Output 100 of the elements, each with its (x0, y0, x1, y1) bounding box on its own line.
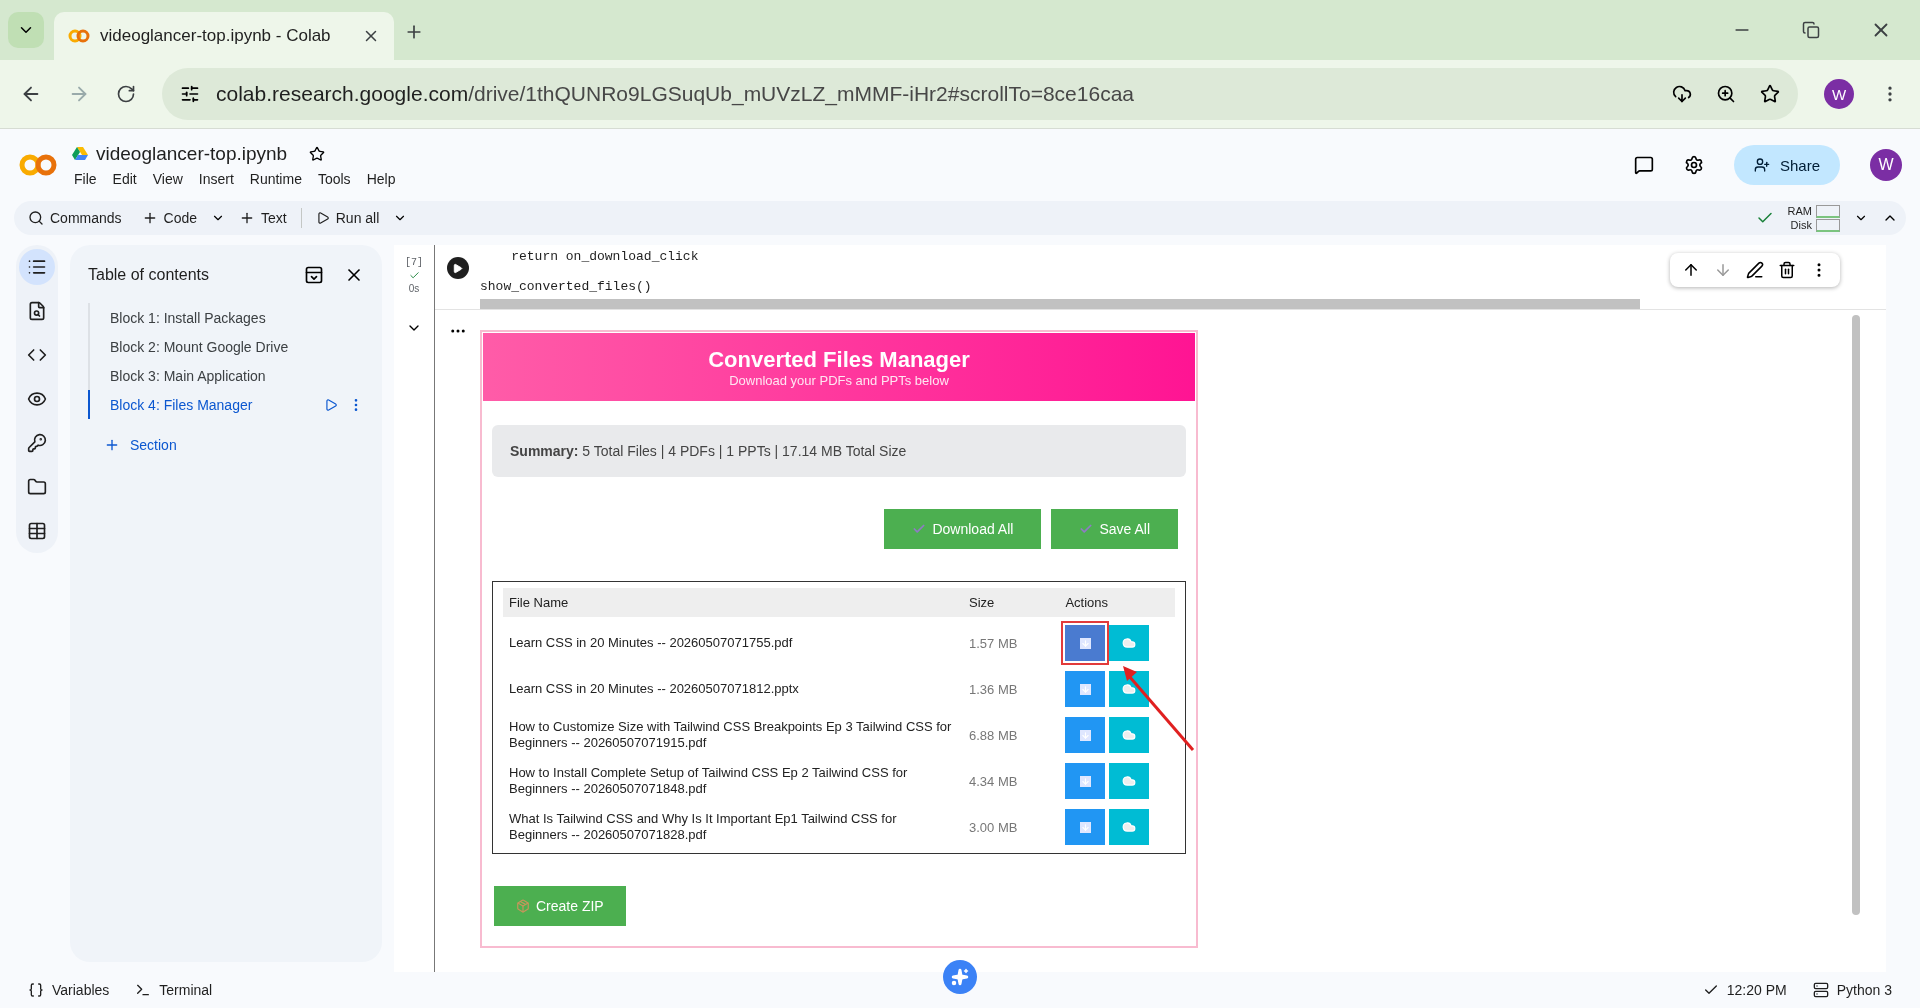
table-icon (27, 521, 47, 541)
add-section-button[interactable]: Section (88, 429, 193, 461)
download-button[interactable] (1065, 717, 1106, 753)
colab-logo-icon (68, 29, 90, 43)
run-duration: 0s (408, 283, 420, 294)
file-name-cell-text: What Is Tailwind CSS and Why Is It Important Ep1 Tailwind CSS for Beginners -- 20260507071828.pdf (508, 810, 898, 844)
toolbar-button[interactable]: Code (135, 206, 204, 230)
column-header: File Name (503, 588, 964, 617)
site-settings-icon (180, 84, 200, 104)
column-header: Size (963, 588, 1060, 617)
star-icon[interactable] (309, 146, 326, 162)
toc-item[interactable]: Block 4: Files Manager (88, 390, 364, 419)
notebook-title[interactable]: videoglancer-top.ipynb (96, 143, 288, 165)
code-line: show_converted_files() (480, 279, 653, 294)
panel-subtitle: Download your PDFs and PPTs below (729, 372, 949, 388)
braces-icon[interactable] (28, 982, 44, 998)
cloud-icon (1122, 774, 1137, 788)
folder-icon (27, 477, 47, 497)
reload-icon[interactable] (116, 84, 136, 104)
code-line: return on_download_click (510, 249, 700, 264)
delete-icon[interactable] (1778, 261, 1796, 279)
toc-item[interactable]: Block 2: Mount Google Drive (88, 332, 364, 361)
zoom-icon[interactable] (1716, 84, 1736, 104)
size-cell-text: 1.57 MB (968, 634, 1019, 653)
tab-title: videoglancer-top.ipynb - Colab (100, 26, 332, 46)
run-cell-button[interactable] (446, 257, 469, 279)
file-name-cell-text: Learn CSS in 20 Minutes -- 20260507071812.pptx (508, 680, 800, 698)
size-cell-text: 6.88 MB (968, 726, 1019, 745)
bookmark-star-icon[interactable] (1760, 84, 1780, 104)
address-bar[interactable]: colab.research.google.com/drive/1thQUNRo9LGSuqUb_mUVzLZ_mMMF-iHr2#scrollTo=8ce16caa (162, 68, 1798, 120)
cloud-icon (1122, 820, 1137, 834)
cloud-icon (1122, 682, 1137, 696)
eye-icon (27, 389, 47, 409)
menu-item[interactable]: Edit (112, 171, 137, 187)
list-icon (27, 257, 47, 277)
sparkle-icon (951, 968, 969, 986)
comment-icon[interactable] (1633, 155, 1654, 175)
check-icon (408, 270, 420, 281)
runtime-button[interactable]: Python 3 (1836, 982, 1892, 998)
menu-item[interactable]: File (74, 171, 97, 187)
summary-text: Summary: 5 Total Files | 4 PDFs | 1 PPTs | 17.14 MB Total Size (510, 443, 907, 459)
profile-avatar[interactable]: W (1870, 149, 1902, 181)
column-header: Actions (1059, 588, 1175, 617)
gemini-button[interactable] (943, 960, 977, 994)
colab-logo-icon (18, 153, 58, 177)
check-icon (1079, 522, 1094, 536)
search-icon (28, 210, 44, 226)
menu-item[interactable]: Tools (317, 171, 351, 187)
toolbar-button[interactable]: Commands (22, 206, 128, 230)
url-text: colab.research.google.com/drive/1thQUNRo9LGSuqUb_mUVzLZ_mMMF-iHr2#scrollTo=8ce16caa (216, 82, 1134, 106)
cloud-icon (1122, 728, 1137, 742)
download-icon (1079, 775, 1091, 787)
menu-item[interactable]: View (152, 171, 183, 187)
download-icon (1079, 729, 1091, 741)
size-cell-text: 3.00 MB (968, 818, 1019, 837)
scrollbar[interactable] (480, 299, 1640, 309)
edit-icon[interactable] (1746, 261, 1764, 279)
move-up-icon[interactable] (1682, 261, 1700, 279)
file-name-cell-text: How to Customize Size with Tailwind CSS Breakpoints Ep 3 Tailwind CSS for Beginners -- 20260507071915.pdf (508, 718, 953, 752)
toolbar-button[interactable]: Run all (309, 206, 386, 230)
profile-avatar[interactable]: W (1824, 79, 1854, 109)
toc-item[interactable]: Block 1: Install Packages (88, 303, 364, 332)
server-icon[interactable] (1812, 982, 1829, 998)
check-icon (912, 522, 927, 536)
variables-button[interactable]: Variables (52, 982, 110, 998)
restore-icon[interactable] (1802, 21, 1820, 39)
download-button[interactable] (1065, 671, 1106, 707)
download-button[interactable] (1065, 809, 1106, 845)
add-person-icon (1753, 157, 1770, 173)
drive-icon (72, 147, 88, 161)
play-icon[interactable] (324, 397, 338, 412)
save-button[interactable] (1109, 671, 1150, 707)
sidebar-tool-button[interactable] (19, 249, 55, 285)
resource-meter[interactable]: RAM Disk (1787, 204, 1840, 232)
menu-item[interactable]: Runtime (249, 171, 302, 187)
key-icon (27, 433, 47, 453)
toc-item[interactable]: Block 3: Main Application (88, 361, 364, 390)
browser-tab[interactable]: videoglancer-top.ipynb - Colab (54, 12, 394, 60)
execution-count: [7] (405, 257, 423, 268)
move-down-icon[interactable] (1714, 261, 1732, 279)
menu-item[interactable]: Help (366, 171, 396, 187)
menu-item[interactable]: Insert (198, 171, 234, 187)
share-button[interactable]: Share (1733, 145, 1840, 185)
terminal-button[interactable]: Terminal (159, 982, 213, 998)
size-cell-text: 4.34 MB (968, 772, 1019, 791)
settings-icon[interactable] (1683, 155, 1704, 175)
plus-icon (104, 437, 120, 453)
status-time: 12:20 PM (1726, 982, 1787, 998)
file-name-cell-text: Learn CSS in 20 Minutes -- 20260507071755.pdf (508, 634, 794, 652)
download-icon (1079, 821, 1091, 833)
terminal-icon[interactable] (135, 982, 152, 998)
size-cell-text: 1.36 MB (968, 680, 1019, 699)
play-icon (452, 262, 463, 274)
scrollbar[interactable] (1852, 315, 1860, 915)
play-icon (315, 211, 330, 225)
toolbar-button[interactable]: Text (233, 206, 293, 230)
download-button[interactable] (1065, 763, 1106, 799)
open-tab-icon[interactable] (304, 265, 324, 285)
package-icon (516, 899, 530, 913)
download-icon (1079, 637, 1091, 649)
